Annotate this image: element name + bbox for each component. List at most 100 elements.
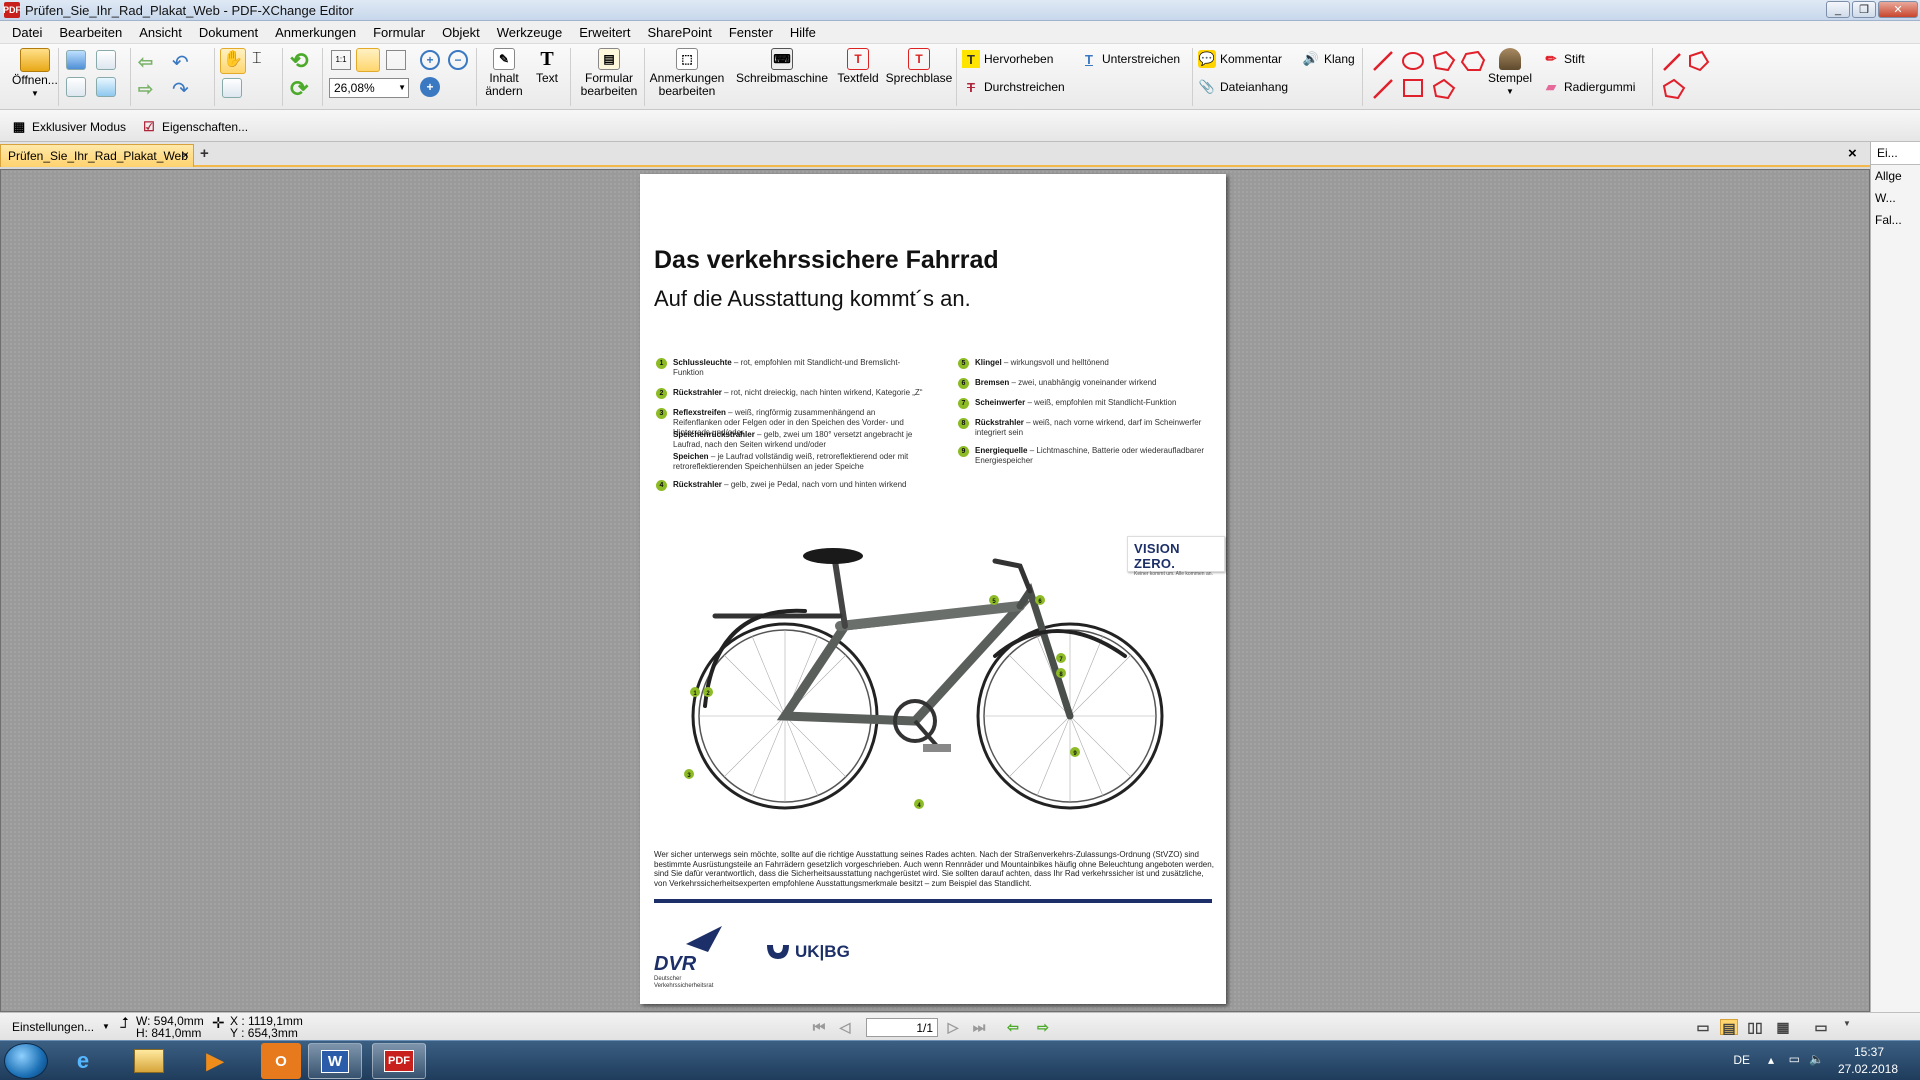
prev-page-icon[interactable]: ◁ (836, 1019, 854, 1035)
comment-button[interactable]: 💬 Kommentar (1198, 50, 1282, 68)
next-page-icon[interactable]: ▷ (944, 1019, 962, 1035)
zoom-in-icon[interactable]: + (420, 50, 440, 70)
panel-item-fal[interactable]: Fal... (1871, 209, 1920, 231)
text-tool-button[interactable]: T Text (532, 48, 562, 85)
page-number-input[interactable]: 1/1 (866, 1018, 938, 1037)
rotate-left-icon[interactable]: ⟲ (290, 48, 308, 74)
previous-view-icon[interactable]: ⇦ (1004, 1019, 1022, 1035)
zoom-select[interactable]: 26,08% ▼ (329, 78, 409, 98)
forward-arrow-icon[interactable]: ⇨ (138, 79, 153, 100)
panel-item-general[interactable]: Allge (1871, 165, 1920, 187)
drawing-tools[interactable] (1370, 48, 1488, 104)
panel-header[interactable]: Ei... (1871, 142, 1920, 165)
attachment-button[interactable]: 📎 Dateianhang (1198, 78, 1288, 96)
distance-tool-icon[interactable] (1663, 53, 1681, 71)
chevron-down-icon[interactable]: ▼ (102, 1020, 110, 1033)
two-page-continuous-icon[interactable]: ▦ (1774, 1019, 1792, 1035)
menu-ansicht[interactable]: Ansicht (139, 25, 182, 40)
underline-button[interactable]: T Unterstreichen (1080, 50, 1180, 68)
continuous-page-icon[interactable]: ▤ (1720, 1019, 1738, 1036)
tray-expand-icon[interactable]: ▴ (1768, 1053, 1774, 1067)
rotate-right-icon[interactable]: ⟳ (290, 76, 308, 102)
typewriter-button[interactable]: ⌨ Schreibmaschine (736, 48, 828, 85)
textfield-button[interactable]: T Textfeld (834, 48, 882, 85)
settings-button[interactable]: Einstellungen... (12, 1021, 94, 1034)
outlook-icon[interactable]: O (261, 1043, 301, 1079)
menu-fenster[interactable]: Fenster (729, 25, 773, 40)
print-icon[interactable] (96, 50, 116, 73)
menu-bearbeiten[interactable]: Bearbeiten (59, 25, 122, 40)
fullscreen-icon[interactable]: ▭ (1812, 1019, 1830, 1035)
two-page-icon[interactable]: ▯▯ (1746, 1019, 1764, 1035)
pencil-button[interactable]: ✏ Stift (1542, 50, 1585, 68)
polygon-tool-icon[interactable] (1432, 50, 1456, 72)
callout-button[interactable]: T Sprechblase (884, 48, 954, 85)
last-page-icon[interactable]: ⏭ (970, 1019, 988, 1035)
strikeout-button[interactable]: T Durchstreichen (962, 78, 1065, 96)
rectangle-tool-icon[interactable] (1403, 79, 1423, 97)
form-edit-button[interactable]: ▤ Formular bearbeiten (578, 48, 640, 98)
select-text-icon[interactable]: ⌶ (252, 50, 262, 68)
actual-size-icon[interactable]: 1:1 (331, 50, 351, 70)
close-window-button[interactable]: ✕ (1878, 1, 1918, 18)
eraser-button[interactable]: ▰ Radiergummi (1542, 78, 1635, 96)
next-view-icon[interactable]: ⇨ (1034, 1019, 1052, 1035)
line-tool-icon[interactable] (1373, 51, 1393, 71)
single-page-icon[interactable]: ▭ (1694, 1019, 1712, 1035)
sound-button[interactable]: 🔊 Klang (1302, 50, 1355, 68)
fit-page-icon[interactable] (356, 48, 380, 72)
redo-icon[interactable]: ↷ (172, 77, 189, 102)
zoom-out-icon[interactable]: − (448, 50, 468, 70)
network-icon[interactable]: ▭ (1789, 1052, 1800, 1066)
menu-dokument[interactable]: Dokument (199, 25, 258, 40)
exclusive-mode-button[interactable]: ▦ Exklusiver Modus (10, 118, 126, 136)
edit-content-button[interactable]: ✎ Inhalt ändern (484, 48, 524, 98)
chevron-down-icon[interactable]: ▼ (1838, 1019, 1856, 1035)
language-indicator[interactable]: DE (1733, 1053, 1750, 1067)
stamp-button[interactable]: Stempel ▼ (1486, 48, 1534, 98)
cloud-tool-icon[interactable] (1460, 50, 1486, 71)
print-setup-icon[interactable] (66, 77, 86, 100)
zoom-plus-icon[interactable]: + (420, 77, 440, 97)
media-player-icon[interactable]: ▶ (188, 1043, 242, 1079)
perimeter-tool-icon[interactable] (1662, 78, 1686, 100)
properties-button[interactable]: ☑ Eigenschaften... (140, 118, 248, 136)
menu-sharepoint[interactable]: SharePoint (648, 25, 712, 40)
panel-item-w[interactable]: W... (1871, 187, 1920, 209)
menu-datei[interactable]: Datei (12, 25, 42, 40)
restore-button[interactable]: ❐ (1852, 1, 1876, 18)
explorer-icon[interactable] (122, 1043, 176, 1079)
save-icon[interactable] (66, 50, 86, 73)
first-page-icon[interactable]: ⏮ (810, 1019, 828, 1035)
undo-icon[interactable]: ↶ (172, 50, 189, 75)
ellipse-tool-icon[interactable] (1402, 52, 1424, 70)
fit-width-icon[interactable] (386, 50, 406, 70)
open-button[interactable]: Öffnen... ▼ (12, 48, 58, 100)
clock-time[interactable]: 15:37 (1854, 1045, 1884, 1059)
hand-tool-icon[interactable]: ✋ (220, 48, 246, 74)
word-icon[interactable]: W (308, 1043, 362, 1079)
pdf-xchange-icon[interactable]: PDF (372, 1043, 426, 1079)
clock-date[interactable]: 27.02.2018 (1838, 1062, 1898, 1076)
new-tab-icon[interactable]: + (200, 145, 209, 162)
area-tool-icon[interactable] (1689, 50, 1710, 72)
menu-hilfe[interactable]: Hilfe (790, 25, 816, 40)
pdf-page[interactable]: Das verkehrssichere Fahrrad Auf die Auss… (640, 174, 1226, 1004)
email-icon[interactable] (96, 77, 116, 100)
arrow-tool-icon[interactable] (1373, 79, 1393, 99)
menu-erweitert[interactable]: Erweitert (579, 25, 630, 40)
pentagon-tool-icon[interactable] (1432, 78, 1456, 100)
snapshot-icon[interactable] (222, 78, 242, 101)
menu-werkzeuge[interactable]: Werkzeuge (497, 25, 563, 40)
document-tab[interactable]: Prüfen_Sie_Ihr_Rad_Plakat_Web × (0, 144, 194, 167)
volume-icon[interactable]: 🔈 (1809, 1052, 1824, 1066)
close-document-icon[interactable]: × (1848, 145, 1857, 162)
annotations-edit-button[interactable]: ⬚ Anmerkungen bearbeiten (648, 48, 726, 98)
internet-explorer-icon[interactable]: e (56, 1043, 110, 1079)
back-arrow-icon[interactable]: ⇦ (138, 52, 153, 73)
minimize-button[interactable]: _ (1826, 1, 1850, 18)
measure-tools[interactable] (1660, 48, 1716, 104)
menu-formular[interactable]: Formular (373, 25, 425, 40)
start-button[interactable] (4, 1043, 48, 1079)
close-tab-icon[interactable]: × (182, 148, 189, 162)
